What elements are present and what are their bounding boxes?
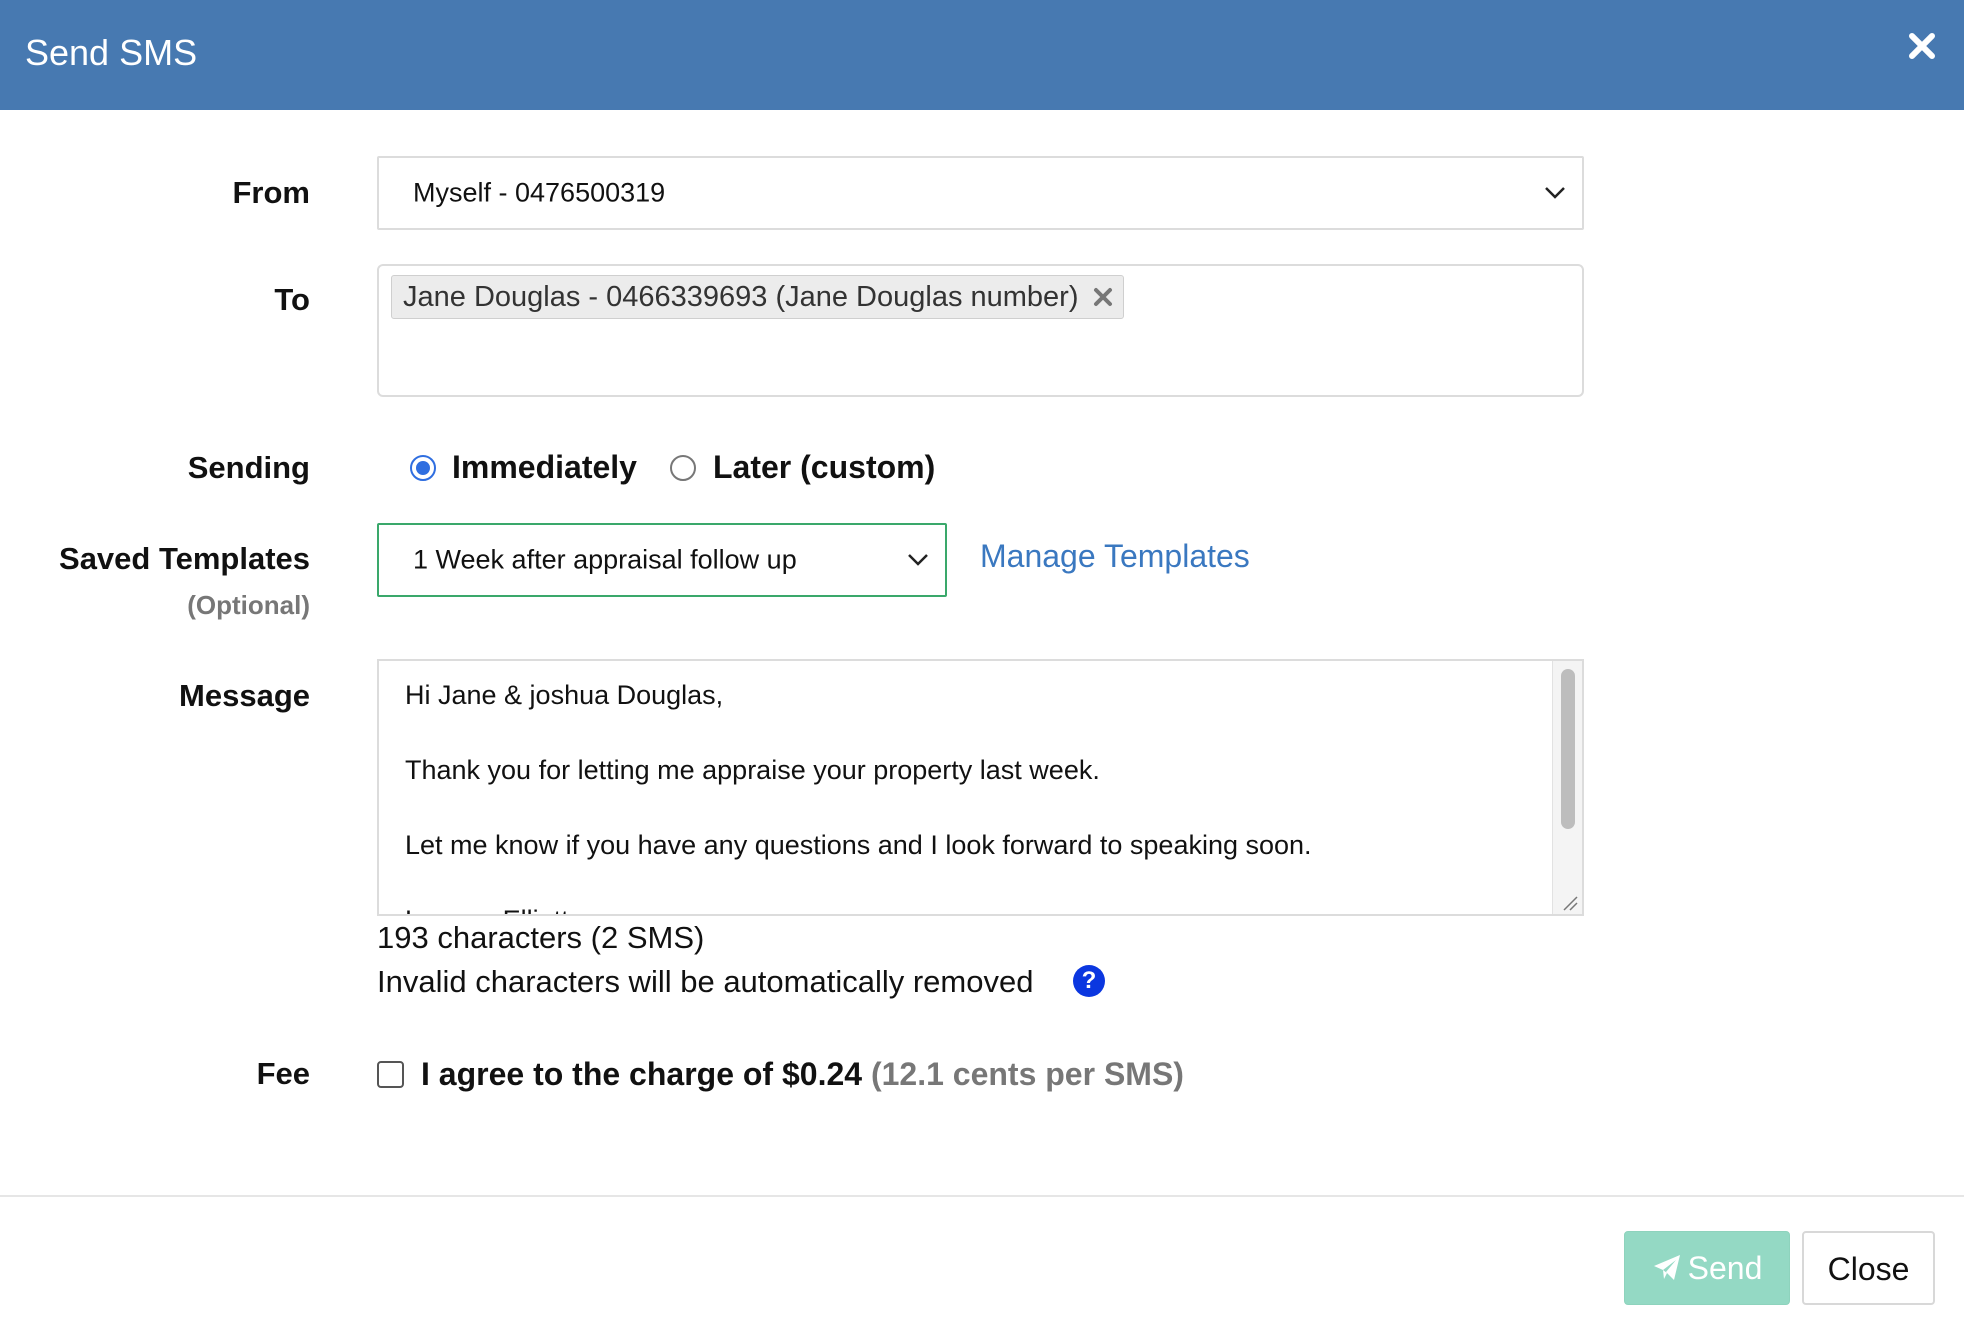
fee-agree-checkbox[interactable] [377,1061,404,1088]
footer-divider [0,1195,1964,1197]
message-label: Message [179,678,310,713]
resize-grip-icon[interactable] [1562,895,1578,911]
dialog-title: Send SMS [25,32,198,73]
scrollbar-thumb[interactable] [1561,669,1575,829]
sending-label: Sending [187,450,310,485]
dialog-header: Send SMS [0,0,1964,110]
chevron-down-icon [908,554,928,566]
sending-later-label[interactable]: Later (custom) [713,447,935,487]
sending-later-radio[interactable] [670,455,696,481]
message-scrollbar[interactable] [1552,661,1582,914]
to-label: To [274,282,310,317]
message-text[interactable]: Hi Jane & joshua Douglas, Thank you for … [405,677,1545,914]
sending-immediately-label[interactable]: Immediately [452,447,637,487]
from-selected-value: Myself - 0476500319 [413,177,666,208]
fee-charge-text: I agree to the charge of $0.24 [421,1056,863,1092]
fee-label: Fee [256,1056,310,1091]
recipient-tag: Jane Douglas - 0466339693 (Jane Douglas … [391,275,1124,319]
remove-recipient-icon[interactable] [1093,287,1113,307]
sending-immediately-radio[interactable] [410,455,436,481]
help-icon[interactable]: ? [1073,965,1105,997]
templates-optional-label: (Optional) [187,590,310,620]
close-icon[interactable] [1906,30,1938,62]
templates-select[interactable]: 1 Week after appraisal follow up [377,523,947,597]
recipient-tag-label: Jane Douglas - 0466339693 (Jane Douglas … [403,281,1079,313]
templates-selected-value: 1 Week after appraisal follow up [413,544,797,575]
message-textarea[interactable]: Hi Jane & joshua Douglas, Thank you for … [377,659,1584,916]
character-count: 193 characters (2 SMS) [377,920,705,955]
fee-agree-text[interactable]: I agree to the charge of $0.24 (12.1 cen… [421,1054,1184,1094]
fee-rate-text: (12.1 cents per SMS) [870,1056,1184,1092]
to-recipients-field[interactable]: Jane Douglas - 0466339693 (Jane Douglas … [377,264,1584,397]
templates-label: Saved Templates [59,541,310,576]
manage-templates-link[interactable]: Manage Templates [980,536,1250,576]
from-label: From [232,175,311,210]
send-button-label: Send [1687,1250,1763,1286]
paper-plane-icon [1653,1254,1680,1280]
from-select[interactable]: Myself - 0476500319 [377,156,1584,230]
close-button[interactable]: Close [1802,1231,1935,1305]
send-button[interactable]: Send [1624,1231,1790,1305]
chevron-down-icon [1545,187,1565,199]
invalid-characters-note: Invalid characters will be automatically… [377,964,1034,999]
